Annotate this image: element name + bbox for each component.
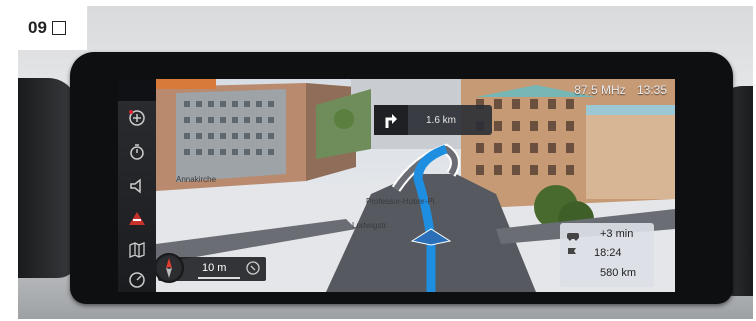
- map-view[interactable]: 87.5 MHz 13:35 1.6 km Annakirche Profess…: [156, 79, 675, 292]
- remaining-distance: 580 km: [600, 267, 637, 279]
- audio-icon[interactable]: [126, 175, 148, 197]
- turn-right-arrow-icon: [374, 105, 408, 135]
- figure-label: 09: [18, 6, 88, 51]
- turn-instruction: 1.6 km: [374, 105, 492, 135]
- map-view-icon[interactable]: [126, 239, 148, 261]
- sidebar: [118, 101, 156, 292]
- arrival-time: 18:24: [594, 247, 622, 259]
- map-scale: 10 m: [156, 253, 266, 283]
- traffic-icon[interactable]: [126, 107, 148, 129]
- dashboard-left-vent: [18, 78, 78, 278]
- checkbox-icon: [51, 21, 66, 35]
- figure-number: 09: [28, 18, 47, 37]
- avoid-route-icon[interactable]: [126, 207, 148, 229]
- navigation-screen: 87.5 MHz 13:35 1.6 km Annakirche Profess…: [118, 79, 675, 292]
- scale-value: 10 m: [202, 262, 227, 274]
- timer-icon[interactable]: [126, 141, 148, 163]
- scale-bar: [198, 277, 240, 279]
- street-label: Annakirche: [176, 175, 217, 184]
- compass-icon[interactable]: [156, 253, 184, 283]
- radio-frequency: 87.5 MHz: [574, 83, 626, 97]
- status-bar: 87.5 MHz 13:35: [566, 83, 667, 97]
- street-label: Professor-Huber-Pl.: [366, 197, 437, 206]
- trip-info-panel[interactable]: +3 min 18:24 580 km: [560, 223, 654, 287]
- turn-distance: 1.6 km: [426, 114, 457, 126]
- compass-menu-icon[interactable]: [126, 269, 148, 291]
- traffic-delay-icon: [566, 229, 580, 244]
- zoom-icon[interactable]: [246, 261, 260, 280]
- destination-flag-icon: [566, 247, 578, 262]
- street-label: Ludwigstr.: [352, 221, 389, 230]
- photo-frame: 09 87.5 MHz 13:35 1.6 km Annakirche Prof…: [18, 6, 753, 319]
- clock: 13:35: [636, 83, 667, 97]
- trip-delay: +3 min: [600, 228, 634, 240]
